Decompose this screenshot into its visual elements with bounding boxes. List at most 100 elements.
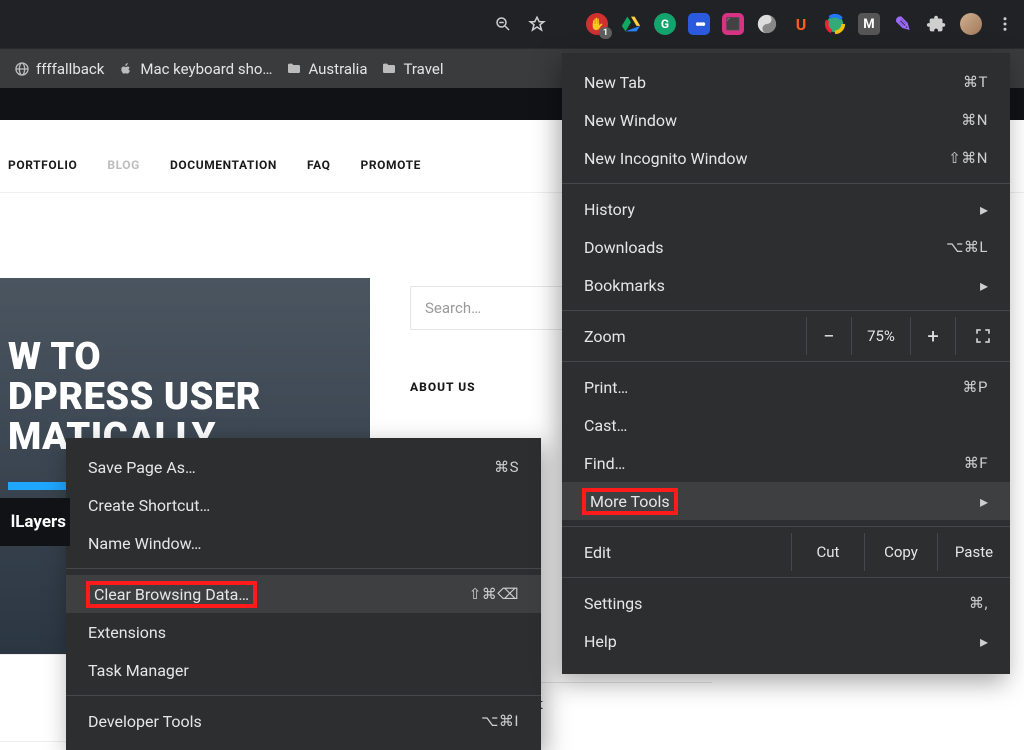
extension-rainbow-icon[interactable] — [824, 13, 846, 35]
shortcut-text: ⌘P — [963, 378, 988, 396]
submenu-label: Task Manager — [88, 661, 189, 680]
nav-blog[interactable]: BLOG — [107, 158, 140, 172]
profile-avatar[interactable] — [960, 13, 982, 35]
submenu-name-window[interactable]: Name Window… — [66, 524, 541, 562]
bookmark-folder-travel[interactable]: Travel — [381, 60, 443, 78]
globe-icon — [14, 61, 30, 77]
shortcut-text: ⌥⌘L — [946, 238, 988, 256]
shortcut-text: ⌘F — [964, 454, 988, 472]
menu-label: Downloads — [584, 238, 663, 257]
menu-label: Edit — [584, 543, 791, 562]
chat-label[interactable]: Chat — [512, 682, 712, 713]
search-placeholder: Search… — [425, 299, 481, 317]
apple-icon — [118, 61, 134, 77]
extensions-puzzle-icon[interactable] — [926, 13, 948, 35]
extension-gmail-icon[interactable]: M — [858, 13, 880, 35]
folder-icon — [286, 61, 302, 77]
shortcut-text: ⇧⌘⌫ — [469, 585, 519, 603]
hero-accent-bar — [8, 482, 70, 490]
shortcut-text: ⌘S — [494, 458, 519, 476]
nav-promote[interactable]: PROMOTE — [361, 158, 421, 172]
bookmark-mac-keyboard[interactable]: Mac keyboard sho… — [118, 60, 272, 78]
menu-zoom-row: Zoom − 75% + — [562, 317, 1010, 355]
edit-paste-button[interactable]: Paste — [937, 533, 1010, 571]
chevron-right-icon: ▸ — [980, 492, 988, 511]
bookmark-label: Mac keyboard sho… — [140, 60, 272, 78]
extension-yin-icon[interactable] — [756, 13, 778, 35]
extension-lastpass-icon[interactable]: ••• — [688, 13, 710, 35]
edit-cut-button[interactable]: Cut — [791, 533, 864, 571]
hero-footer-logo — [0, 668, 60, 728]
submenu-label: Name Window… — [88, 534, 201, 553]
menu-label: Cast… — [584, 416, 627, 435]
extension-feather-icon[interactable]: ✎ — [892, 13, 914, 35]
submenu-create-shortcut[interactable]: Create Shortcut… — [66, 486, 541, 524]
menu-print[interactable]: Print… ⌘P — [562, 368, 1010, 406]
submenu-save-page[interactable]: Save Page As… ⌘S — [66, 448, 541, 486]
menu-separator — [562, 310, 1010, 311]
menu-bookmarks[interactable]: Bookmarks ▸ — [562, 266, 1010, 304]
submenu-task-manager[interactable]: Task Manager — [66, 651, 541, 689]
edit-copy-button[interactable]: Copy — [864, 533, 937, 571]
menu-label: More Tools — [584, 490, 676, 513]
zoom-out-button[interactable]: − — [806, 317, 851, 355]
menu-settings[interactable]: Settings ⌘, — [562, 584, 1010, 622]
nav-portfolio[interactable]: PORTFOLIO — [8, 158, 77, 172]
submenu-developer-tools[interactable]: Developer Tools ⌥⌘I — [66, 702, 541, 740]
menu-label: Bookmarks — [584, 276, 665, 295]
menu-downloads[interactable]: Downloads ⌥⌘L — [562, 228, 1010, 266]
zoom-lens-icon[interactable] — [492, 13, 514, 35]
menu-new-window[interactable]: New Window ⌘N — [562, 101, 1010, 139]
menu-label: New Incognito Window — [584, 149, 748, 168]
browser-toolbar: ✋ 1 G ••• ⬛ U M ✎ — [0, 0, 1024, 48]
bookmark-folder-australia[interactable]: Australia — [286, 60, 367, 78]
submenu-clear-browsing-data[interactable]: Clear Browsing Data… ⇧⌘⌫ — [66, 575, 541, 613]
bookmark-ffffallback[interactable]: ffffallback — [14, 60, 104, 78]
shortcut-text: ⌥⌘I — [481, 712, 519, 730]
chrome-menu-button[interactable] — [994, 13, 1016, 35]
menu-separator — [562, 577, 1010, 578]
menu-label: Print… — [584, 378, 628, 397]
submenu-label: Save Page As… — [88, 458, 196, 477]
menu-find[interactable]: Find… ⌘F — [562, 444, 1010, 482]
shortcut-text: ⌘N — [961, 111, 988, 129]
menu-incognito[interactable]: New Incognito Window ⇧⌘N — [562, 139, 1010, 177]
menu-separator — [66, 568, 541, 569]
shortcut-text: ⇧⌘N — [948, 149, 988, 167]
menu-new-tab[interactable]: New Tab ⌘T — [562, 63, 1010, 101]
nav-faq[interactable]: FAQ — [307, 158, 331, 172]
zoom-value: 75% — [851, 317, 910, 355]
brand-fragment: lLayers — [0, 498, 70, 546]
menu-label: Zoom — [584, 327, 806, 346]
extension-badge: 1 — [599, 27, 612, 39]
bookmark-label: Australia — [308, 60, 367, 78]
shortcut-text: ⌘T — [963, 73, 988, 91]
submenu-label: Extensions — [88, 623, 166, 642]
fullscreen-button[interactable] — [955, 317, 1010, 355]
menu-history[interactable]: History ▸ — [562, 190, 1010, 228]
submenu-label: Developer Tools — [88, 712, 202, 731]
nav-documentation[interactable]: DOCUMENTATION — [170, 158, 277, 172]
bookmark-label: Travel — [403, 60, 443, 78]
menu-edit-row: Edit Cut Copy Paste — [562, 533, 1010, 571]
extension-grammarly-icon[interactable]: G — [654, 13, 676, 35]
submenu-label: Clear Browsing Data… — [88, 583, 255, 606]
submenu-extensions[interactable]: Extensions — [66, 613, 541, 651]
menu-label: Settings — [584, 594, 642, 613]
chevron-right-icon: ▸ — [980, 632, 988, 651]
menu-label: New Window — [584, 111, 677, 130]
extension-adblock-icon[interactable]: ✋ 1 — [586, 13, 608, 35]
menu-label: History — [584, 200, 635, 219]
menu-separator — [562, 361, 1010, 362]
menu-separator — [562, 183, 1010, 184]
extension-drive-icon[interactable] — [620, 13, 642, 35]
extension-ubersuggest-icon[interactable]: U — [790, 13, 812, 35]
bookmark-star-icon[interactable] — [526, 13, 548, 35]
menu-help[interactable]: Help ▸ — [562, 622, 1010, 660]
menu-more-tools[interactable]: More Tools ▸ — [562, 482, 1010, 520]
zoom-in-button[interactable]: + — [910, 317, 955, 355]
more-tools-submenu: Save Page As… ⌘S Create Shortcut… Name W… — [66, 438, 541, 750]
extension-pink-icon[interactable]: ⬛ — [722, 13, 744, 35]
menu-cast[interactable]: Cast… — [562, 406, 1010, 444]
menu-separator — [562, 526, 1010, 527]
